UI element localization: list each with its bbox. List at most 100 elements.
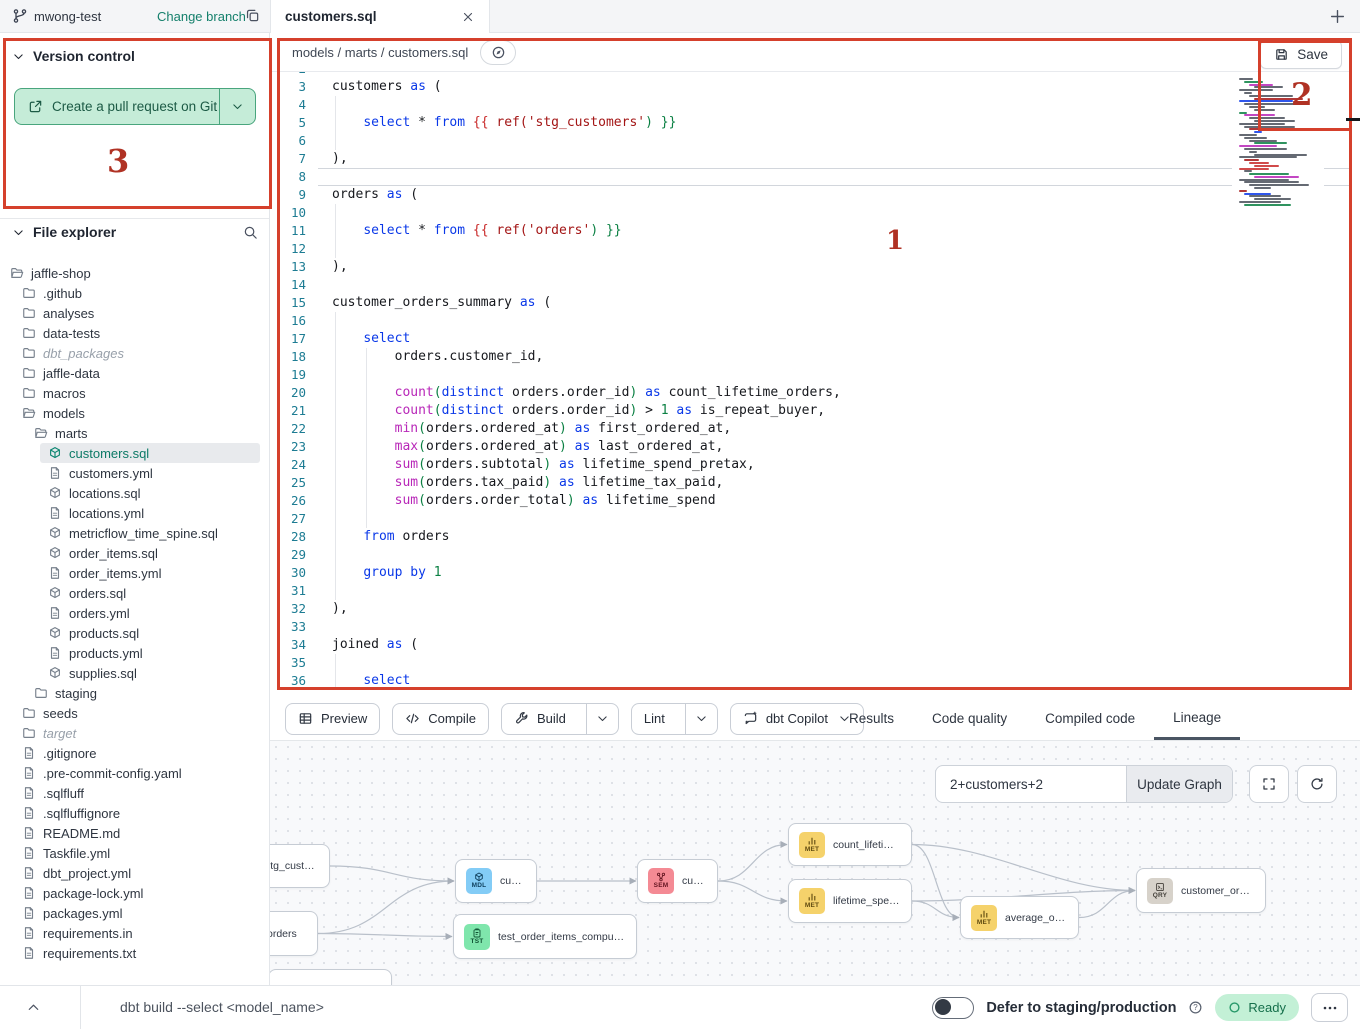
code-line-15[interactable]: 15customer_orders_summary as ( [270,294,1352,312]
code-line-34[interactable]: 34joined as ( [270,636,1352,654]
expand-command-bar-icon[interactable] [26,1000,41,1015]
lineage-panel[interactable]: MDLstg_customers MDLorders MDLcustomers TST… [270,740,1360,985]
file-tree-item-supplies-sql[interactable]: supplies.sql [40,663,270,683]
code-line-16[interactable]: 16 [270,312,1352,330]
file-tree-item-order-items-yml[interactable]: order_items.yml [40,563,270,583]
code-line-26[interactable]: 26 sum(orders.order_total) as lifetime_s… [270,492,1352,510]
file-tree-item-jaffle-data[interactable]: jaffle-data [14,363,270,383]
file-tree-item--sqlfluff[interactable]: .sqlfluff [14,783,270,803]
file-tree-item-orders-yml[interactable]: orders.yml [40,603,270,623]
code-line-36[interactable]: 36 select [270,672,1352,690]
code-line-24[interactable]: 24 sum(orders.subtotal) as lifetime_spen… [270,456,1352,474]
file-tree-item-order-items-sql[interactable]: order_items.sql [40,543,270,563]
lineage-node-customers_model[interactable]: MDLcustomers [455,859,537,903]
file-tree-item--github[interactable]: .github [14,283,270,303]
editor-tab-customers-sql[interactable]: customers.sql [270,0,490,33]
code-editor[interactable]: 23customers as (45 select * from {{ ref(… [270,72,1352,690]
code-line-12[interactable]: 12 [270,240,1352,258]
file-tree-item--pre-commit-config-yaml[interactable]: .pre-commit-config.yaml [14,763,270,783]
file-tree-item-staging[interactable]: staging [26,683,270,703]
code-line-5[interactable]: 5 select * from {{ ref('stg_customers') … [270,114,1352,132]
lineage-node-average_order_value[interactable]: METaverage_order_value [960,896,1079,939]
code-line-35[interactable]: 35 [270,654,1352,672]
code-line-18[interactable]: 18 orders.customer_id, [270,348,1352,366]
lineage-node-customers_semantic[interactable]: SEMcustomers [637,859,718,903]
lint-main[interactable]: Lint [632,704,677,734]
file-tree-item-target[interactable]: target [14,723,270,743]
file-tree-item-marts[interactable]: marts [26,423,270,443]
version-control-header[interactable]: Version control [12,48,135,64]
code-line-14[interactable]: 14 [270,276,1352,294]
code-line-22[interactable]: 22 min(orders.ordered_at) as first_order… [270,420,1352,438]
code-line-9[interactable]: 9orders as ( [270,186,1352,204]
code-line-27[interactable]: 27 [270,510,1352,528]
compile-button[interactable]: Compile [392,703,489,735]
build-main[interactable]: Build [502,704,578,734]
file-tree-item-package-lock-yml[interactable]: package-lock.yml [14,883,270,903]
code-line-4[interactable]: 4 [270,96,1352,114]
code-line-6[interactable]: 6 [270,132,1352,150]
lineage-selector-input[interactable]: 2+customers+2 [936,766,1126,802]
lint-dropdown[interactable] [685,704,717,734]
more-options-button[interactable] [1311,993,1348,1022]
minimap[interactable] [1232,75,1324,197]
code-line-20[interactable]: 20 count(distinct orders.order_id) as co… [270,384,1352,402]
code-line-10[interactable]: 10 [270,204,1352,222]
file-tree-item-requirements-in[interactable]: requirements.in [14,923,270,943]
file-tree-item-customers-yml[interactable]: customers.yml [40,463,270,483]
new-tab-icon[interactable] [1329,8,1346,25]
lineage-node-stg_customers[interactable]: MDLstg_customers [270,844,330,888]
lineage-node-test_order_items[interactable]: TSTtest_order_items_compute_to_bools… [453,914,637,959]
code-line-23[interactable]: 23 max(orders.ordered_at) as last_ordere… [270,438,1352,456]
save-button[interactable]: Save [1260,40,1342,69]
close-tab-icon[interactable] [461,10,475,24]
file-tree-item-models[interactable]: models [14,403,270,423]
build-button[interactable]: Build [501,703,619,735]
code-line-7[interactable]: 7), [270,150,1352,168]
build-dropdown[interactable] [586,704,618,734]
file-tree-item-macros[interactable]: macros [14,383,270,403]
file-tree-item-taskfile-yml[interactable]: Taskfile.yml [14,843,270,863]
lineage-compass-button[interactable] [480,40,516,65]
file-tree-item-dbt-packages[interactable]: dbt_packages [14,343,270,363]
code-line-29[interactable]: 29 [270,546,1352,564]
file-tree-item-readme-md[interactable]: README.md [14,823,270,843]
command-input[interactable]: dbt build --select <model_name> [120,986,324,1029]
update-graph-button[interactable]: Update Graph [1126,766,1232,802]
file-tree-item-data-tests[interactable]: data-tests [14,323,270,343]
tab-results[interactable]: Results [830,697,913,740]
copy-branch-icon[interactable] [245,8,260,23]
lineage-node-partial_node[interactable] [270,969,392,985]
file-explorer-header[interactable]: File explorer [12,224,258,240]
file-tree-item--sqlfluffignore[interactable]: .sqlfluffignore [14,803,270,823]
change-branch-link[interactable]: Change branch [157,9,246,24]
tab-compiled-code[interactable]: Compiled code [1026,697,1154,740]
file-tree-item-locations-sql[interactable]: locations.sql [40,483,270,503]
file-tree-item-seeds[interactable]: seeds [14,703,270,723]
tab-lineage[interactable]: Lineage [1154,697,1240,740]
file-tree-item-analyses[interactable]: analyses [14,303,270,323]
file-tree-item-customers-sql[interactable]: customers.sql [40,443,260,463]
status-badge[interactable]: Ready [1215,994,1299,1021]
lineage-node-customer_order_metrics[interactable]: QRYcustomer_order_metrics [1136,868,1266,913]
lineage-node-lifetime_spend_pretax[interactable]: METlifetime_spend_pretax [788,879,912,923]
code-line-32[interactable]: 32), [270,600,1352,618]
refresh-button[interactable] [1297,765,1337,803]
code-line-25[interactable]: 25 sum(orders.tax_paid) as lifetime_tax_… [270,474,1352,492]
file-tree-item-packages-yml[interactable]: packages.yml [14,903,270,923]
create-pull-request-dropdown[interactable] [219,89,255,124]
file-tree-item-metricflow-time-spine-sql[interactable]: metricflow_time_spine.sql [40,523,270,543]
tab-code-quality[interactable]: Code quality [913,697,1026,740]
create-pull-request-button[interactable]: Create a pull request on Git… [14,88,256,125]
file-tree-item-products-sql[interactable]: products.sql [40,623,270,643]
defer-toggle[interactable] [932,997,974,1019]
file-tree-item--gitignore[interactable]: .gitignore [14,743,270,763]
lineage-node-count_lifetime_orders[interactable]: METcount_lifetime_orders [788,823,912,866]
file-tree-item-requirements-txt[interactable]: requirements.txt [14,943,270,963]
code-line-19[interactable]: 19 [270,366,1352,384]
code-line-17[interactable]: 17 select [270,330,1352,348]
code-line-11[interactable]: 11 select * from {{ ref('orders') }} [270,222,1352,240]
code-line-31[interactable]: 31 [270,582,1352,600]
lineage-node-orders[interactable]: MDLorders [270,911,318,956]
code-line-3[interactable]: 3customers as ( [270,78,1352,96]
